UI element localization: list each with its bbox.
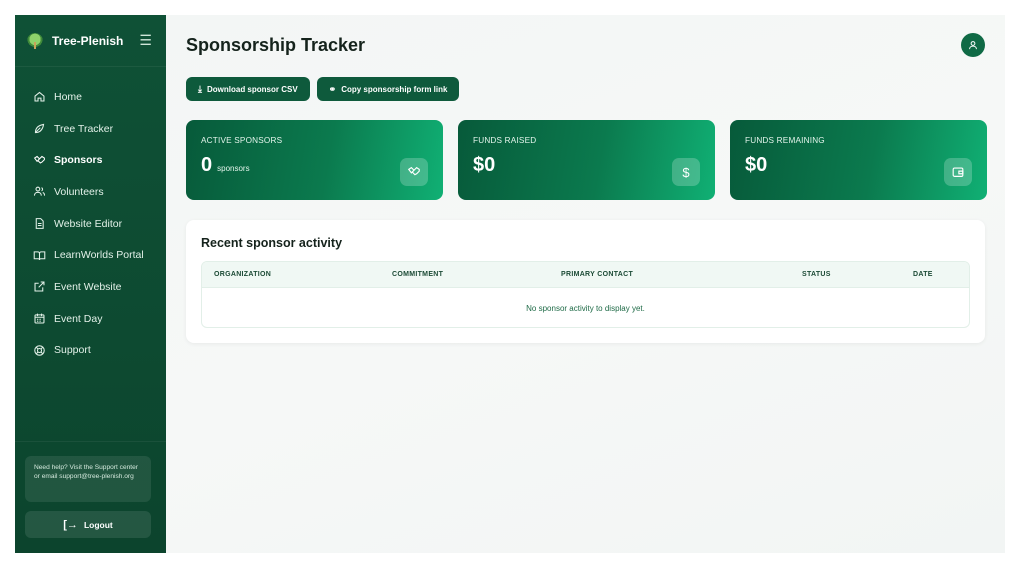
logout-button[interactable]: [→ Logout <box>25 511 151 538</box>
stat-value-wrapper: $0 <box>745 154 972 177</box>
logout-label: Logout <box>83 519 113 530</box>
column-header-organization: ORGANIZATION <box>214 271 272 278</box>
sidebar-item-home[interactable]: Home <box>15 81 166 113</box>
sidebar-item-label: Support <box>54 344 91 357</box>
sidebar-item-label: Volunteers <box>54 185 104 198</box>
book-icon <box>33 249 46 262</box>
dollar-icon: $ <box>672 158 700 186</box>
recent-activity-title: Recent sponsor activity <box>201 236 343 250</box>
copy-form-link-button[interactable]: ⚭ Copy sponsorship form link <box>316 77 460 101</box>
logout-icon: [→ <box>63 518 78 531</box>
stat-value-wrapper: $0 <box>473 154 700 177</box>
main-content: Sponsorship Tracker ⤓ Download sponsor C… <box>166 15 1005 553</box>
sidebar-item-learnworlds-portal[interactable]: LearnWorlds Portal <box>15 239 166 271</box>
users-icon <box>33 185 46 198</box>
stat-value: $0 <box>745 154 768 176</box>
sidebar-item-event-website[interactable]: Event Website <box>15 271 166 303</box>
avatar[interactable] <box>961 33 985 57</box>
app-window: Tree-Plenish ☰ Home Tree Tracker Sponsor… <box>15 15 1005 553</box>
sidebar-item-sponsors[interactable]: Sponsors <box>15 144 166 176</box>
sidebar-divider <box>15 441 166 442</box>
sidebar-item-event-day[interactable]: Event Day <box>15 303 166 335</box>
column-header-primary-contact: PRIMARY CONTACT <box>561 271 634 278</box>
leaf-icon <box>33 122 46 135</box>
column-header-status: STATUS <box>802 271 831 278</box>
page-title: Sponsorship Tracker <box>186 35 366 55</box>
download-csv-button[interactable]: ⤓ Download sponsor CSV <box>186 77 310 101</box>
sidebar-item-label: LearnWorlds Portal <box>54 249 144 262</box>
stat-card-active-sponsors: ACTIVE SPONSORS 0 sponsors <box>186 120 443 200</box>
wallet-icon <box>944 158 972 186</box>
sidebar-item-label: Website Editor <box>54 217 123 230</box>
column-header-date: DATE <box>913 271 933 278</box>
calendar-icon <box>33 312 46 325</box>
empty-state-message: No sponsor activity to display yet. <box>526 303 645 313</box>
brand-name: Tree-Plenish <box>52 33 124 48</box>
handshake-icon <box>33 154 46 167</box>
user-icon <box>969 41 977 50</box>
stat-value: 0 <box>201 154 213 176</box>
stats-row: ACTIVE SPONSORS 0 sponsors FUNDS RAISED … <box>186 120 987 200</box>
action-bar: ⤓ Download sponsor CSV ⚭ Copy sponsorshi… <box>186 77 460 101</box>
stat-label: ACTIVE SPONSORS <box>201 136 283 145</box>
recent-activity-card: Recent sponsor activity ORGANIZATION COM… <box>186 220 985 343</box>
column-header-commitment: COMMITMENT <box>392 271 444 278</box>
stat-unit: sponsors <box>217 164 250 173</box>
stat-value-wrapper: 0 sponsors <box>201 154 428 177</box>
sidebar-item-label: Sponsors <box>54 154 103 167</box>
sidebar-item-website-editor[interactable]: Website Editor <box>15 208 166 240</box>
help-box: Need help? Visit the Support center or e… <box>25 456 151 502</box>
table-header: ORGANIZATION COMMITMENT PRIMARY CONTACT … <box>202 262 969 288</box>
copy-form-link-label: Copy sponsorship form link <box>341 84 448 94</box>
stat-value: $0 <box>473 154 496 176</box>
brand-header: Tree-Plenish ☰ <box>15 15 166 67</box>
sidebar-item-label: Event Website <box>54 280 122 293</box>
lifebuoy-icon <box>33 344 46 357</box>
stat-label: FUNDS RAISED <box>473 136 537 145</box>
sidebar: Tree-Plenish ☰ Home Tree Tracker Sponsor… <box>15 15 166 553</box>
sidebar-item-tree-tracker[interactable]: Tree Tracker <box>15 113 166 145</box>
stat-card-funds-remaining: FUNDS REMAINING $0 <box>730 120 987 200</box>
external-link-icon <box>33 280 46 293</box>
document-icon <box>33 217 46 230</box>
sidebar-item-label: Home <box>54 90 83 103</box>
handshake-icon <box>400 158 428 186</box>
sponsor-activity-table: ORGANIZATION COMMITMENT PRIMARY CONTACT … <box>201 261 970 328</box>
sidebar-item-support[interactable]: Support <box>15 335 166 367</box>
download-icon: ⤓ <box>198 83 202 94</box>
stat-label: FUNDS REMAINING <box>745 136 825 145</box>
download-csv-label: Download sponsor CSV <box>206 84 298 94</box>
sidebar-item-label: Event Day <box>54 312 103 325</box>
sidebar-nav: Home Tree Tracker Sponsors Volunteers We… <box>15 67 166 366</box>
hamburger-icon[interactable]: ☰ <box>139 32 152 49</box>
stat-card-funds-raised: FUNDS RAISED $0 $ <box>458 120 715 200</box>
sidebar-item-label: Tree Tracker <box>54 122 114 135</box>
link-icon: ⚭ <box>328 83 337 94</box>
sidebar-item-volunteers[interactable]: Volunteers <box>15 176 166 208</box>
tree-logo-icon <box>27 32 43 49</box>
home-icon <box>33 90 46 103</box>
